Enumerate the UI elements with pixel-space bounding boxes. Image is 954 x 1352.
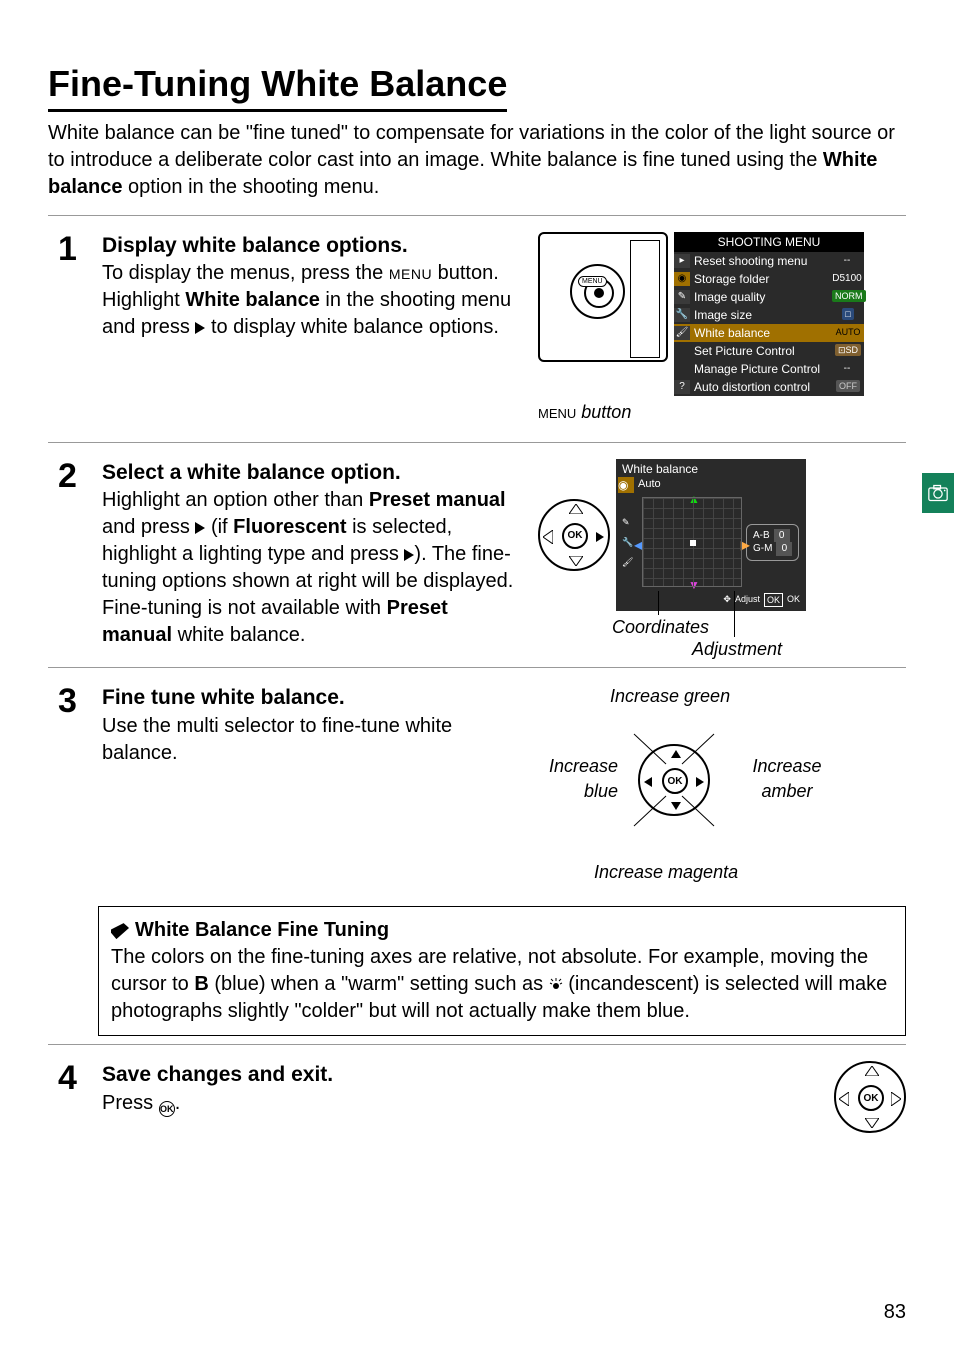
divider	[48, 667, 906, 668]
diagonal-lines	[614, 714, 734, 844]
mv: NORM	[832, 290, 866, 302]
step-title: Display white balance options.	[102, 232, 522, 260]
mi: Manage Picture Control	[690, 361, 830, 377]
t: Press	[102, 1092, 159, 1114]
mv: □	[842, 308, 853, 320]
step-1: 1 Display white balance options. To disp…	[48, 224, 906, 434]
incandescent-icon	[549, 978, 563, 992]
t: (if	[205, 516, 233, 538]
note-title: White Balance Fine Tuning	[111, 917, 893, 944]
step-title: Fine tune white balance.	[102, 684, 522, 712]
page-number: 83	[884, 1299, 906, 1326]
t: button	[576, 402, 631, 422]
right-arrow-icon	[195, 322, 205, 334]
increase-amber-label: Increaseamber	[742, 754, 832, 803]
mi: Image size	[690, 307, 830, 323]
down-icon	[569, 556, 583, 566]
t: to display white balance options.	[205, 316, 499, 338]
menu-glyph: MENU	[389, 262, 432, 284]
step-number: 2	[58, 459, 86, 493]
step-number: 3	[58, 684, 86, 718]
t: white balance.	[172, 624, 305, 646]
t: Preset manual	[369, 489, 506, 511]
step-number: 1	[58, 232, 86, 266]
menu-button-caption: MENU button	[538, 400, 631, 424]
wb-fine-tune-screenshot: White balance ◉Auto ✎🔧🖌 ▲ ▼ ◀ ▶ A-B0 G-M…	[616, 459, 806, 611]
side-tab-camera-icon	[922, 473, 954, 513]
mv: --	[830, 362, 864, 376]
ok-label: OK	[787, 593, 800, 607]
right-icon	[596, 532, 604, 542]
right-arrow-icon	[404, 549, 414, 561]
shooting-menu-screenshot: SHOOTING MENU ▸Reset shooting menu-- ◉St…	[674, 232, 864, 396]
t: White balance	[185, 289, 319, 311]
mi: White balance	[690, 325, 830, 341]
wb-sub: Auto	[634, 477, 804, 493]
ok-label: OK	[562, 523, 588, 549]
divider	[48, 1044, 906, 1045]
t: Highlight an option other than	[102, 489, 369, 511]
mi: Storage folder	[690, 271, 830, 287]
mi: Reset shooting menu	[690, 253, 830, 269]
step-body: To display the menus, press the MENU but…	[102, 260, 522, 341]
t: and press	[102, 516, 195, 538]
step-3: 3 Fine tune white balance. Use the multi…	[48, 676, 906, 894]
t: (blue) when a "warm" setting such as	[209, 973, 549, 995]
pencil-icon	[111, 923, 129, 939]
gm-value: 0	[776, 542, 792, 556]
divider	[48, 215, 906, 216]
note-body: The colors on the fine-tuning axes are r…	[111, 944, 893, 1025]
coordinates-label: Coordinates	[612, 615, 709, 639]
step-title: Save changes and exit.	[102, 1061, 662, 1089]
t: Fluorescent	[233, 516, 346, 538]
multi-selector-icon: OK	[834, 1061, 906, 1133]
intro-pre: White balance can be "fine tuned" to com…	[48, 122, 895, 171]
intro-post: option in the shooting menu.	[122, 176, 379, 198]
mi: Auto distortion control	[690, 379, 830, 395]
menu-title: SHOOTING MENU	[674, 232, 864, 252]
increase-green-label: Increase green	[610, 684, 730, 708]
mi: Image quality	[690, 289, 830, 305]
page-title: Fine-Tuning White Balance	[48, 60, 507, 112]
up-icon	[569, 504, 583, 514]
adjust-label: Adjust	[735, 593, 760, 607]
gm-label: G-M	[753, 542, 772, 556]
mi: Set Picture Control	[690, 343, 830, 359]
ab-label: A-B	[753, 529, 770, 543]
mv: AUTO	[833, 326, 864, 338]
step-body: Highlight an option other than Preset ma…	[102, 487, 522, 649]
intro-text: White balance can be "fine tuned" to com…	[48, 120, 906, 201]
axis-diagram: Increase green Increase magenta Increase…	[538, 684, 818, 884]
t: To display the menus, press the	[102, 262, 389, 284]
mv: ⊡SD	[835, 344, 861, 356]
t: B	[194, 973, 208, 995]
right-arrow-icon	[195, 522, 205, 534]
mv: D5100	[830, 272, 864, 286]
increase-magenta-label: Increase magenta	[594, 860, 738, 884]
increase-blue-label: Increaseblue	[528, 754, 618, 803]
wb-title: White balance	[618, 461, 804, 477]
multi-selector-icon: OK	[538, 499, 610, 571]
menu-button-label: MENU	[578, 276, 607, 287]
step-2: 2 Select a white balance option. Highlig…	[48, 451, 906, 659]
mv: OFF	[836, 380, 860, 392]
mv: --	[830, 254, 864, 268]
t: MENU	[538, 402, 576, 422]
t: .	[175, 1092, 181, 1114]
step-body: Use the multi selector to fine-tune whit…	[102, 713, 522, 767]
note-box: White Balance Fine Tuning The colors on …	[98, 906, 906, 1036]
left-icon	[543, 530, 553, 544]
divider	[48, 442, 906, 443]
camera-back-illustration: MENU	[538, 232, 668, 362]
ok-label: OK	[858, 1085, 884, 1111]
step-4: 4 Save changes and exit. Press OK. OK	[48, 1053, 906, 1143]
ab-value: 0	[774, 529, 790, 543]
step-body: Press OK.	[102, 1090, 662, 1117]
step-title: Select a white balance option.	[102, 459, 522, 487]
ok-button-icon: OK	[159, 1101, 175, 1117]
step-number: 4	[58, 1061, 86, 1095]
adjustment-label: Adjustment	[692, 637, 782, 661]
